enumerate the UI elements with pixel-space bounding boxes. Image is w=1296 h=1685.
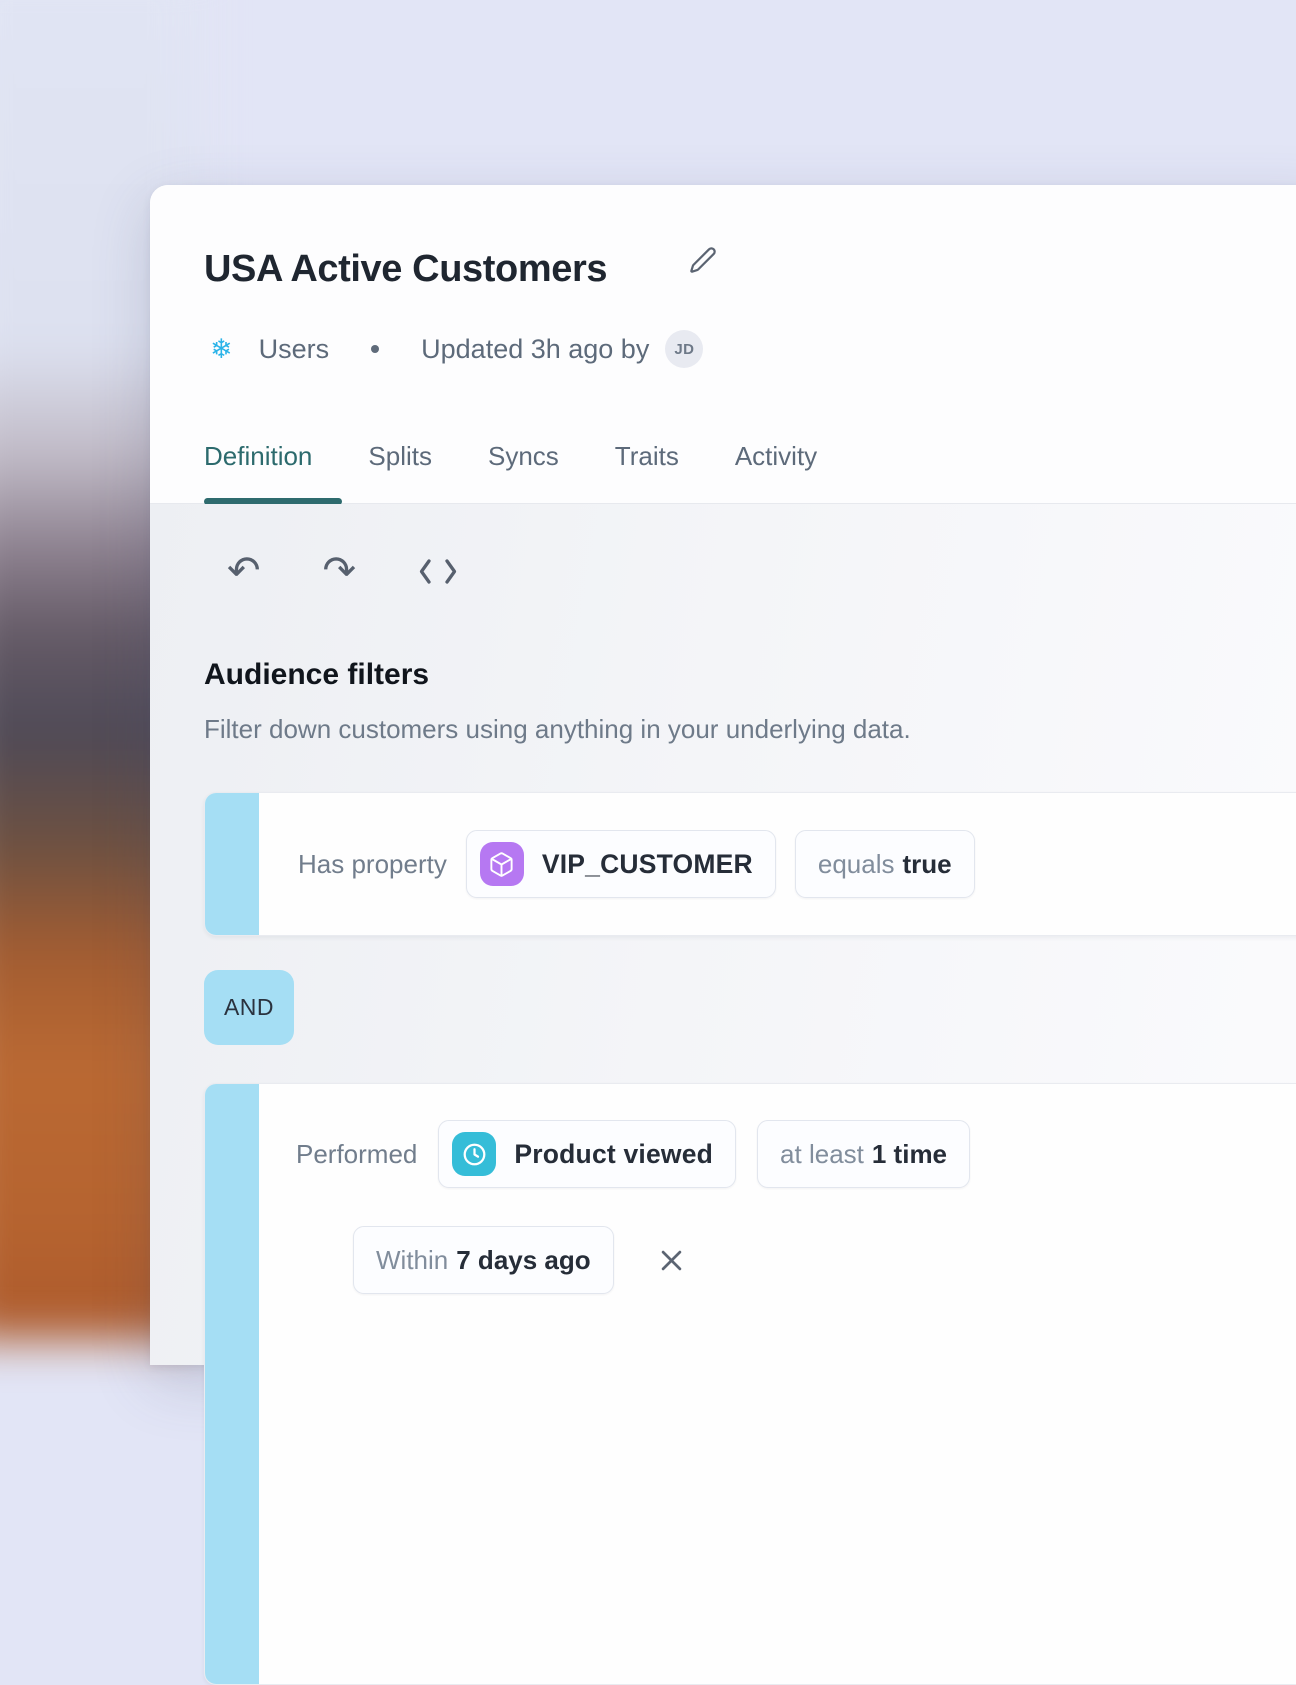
condition-chip[interactable]: equals true bbox=[795, 830, 975, 898]
meta-row: ❄ Users Updated 3h ago by JD bbox=[210, 329, 703, 369]
updated-text: Updated 3h ago by bbox=[421, 334, 649, 365]
time-window-value: 7 days ago bbox=[456, 1245, 590, 1276]
box-icon bbox=[480, 842, 524, 886]
filter-type-label: Performed bbox=[296, 1139, 417, 1170]
condition-value: true bbox=[902, 849, 951, 880]
tab-bar: Definition Splits Syncs Traits Activity bbox=[204, 441, 817, 471]
tab-definition[interactable]: Definition bbox=[204, 441, 312, 471]
filter-type-label: Has property bbox=[298, 849, 447, 880]
frequency-value: 1 time bbox=[872, 1139, 947, 1170]
property-name: VIP_CUSTOMER bbox=[542, 849, 753, 880]
time-window-chip[interactable]: Within 7 days ago bbox=[353, 1226, 614, 1294]
filter-accent-bar bbox=[205, 1084, 259, 1684]
section-heading: Audience filters bbox=[204, 656, 429, 694]
separator-dot bbox=[371, 345, 379, 353]
avatar: JD bbox=[665, 330, 703, 368]
time-window-operator: Within bbox=[376, 1245, 448, 1276]
tab-traits[interactable]: Traits bbox=[615, 441, 679, 471]
remove-time-window-button[interactable] bbox=[654, 1242, 690, 1278]
frequency-chip[interactable]: at least 1 time bbox=[757, 1120, 970, 1188]
code-view-icon[interactable] bbox=[418, 558, 458, 585]
boolean-operator-chip[interactable]: AND bbox=[204, 970, 294, 1045]
edit-title-button[interactable] bbox=[686, 243, 720, 277]
frequency-operator: at least bbox=[780, 1139, 864, 1170]
redo-icon[interactable]: ↷ bbox=[323, 551, 357, 591]
property-chip[interactable]: VIP_CUSTOMER bbox=[466, 830, 776, 898]
event-name: Product viewed bbox=[514, 1139, 713, 1170]
filter-row-performed: Performed Product viewed at least 1 time bbox=[204, 1083, 1296, 1685]
audience-card: USA Active Customers ❄ Users Updated 3h … bbox=[150, 185, 1296, 1365]
filter-accent-bar bbox=[205, 793, 259, 935]
definition-content: ↶ ↷ Audience filters Filter down custome… bbox=[150, 504, 1296, 1365]
filter-row-has-property: Has property VIP_CUSTOMER equals true bbox=[204, 792, 1296, 936]
tab-activity[interactable]: Activity bbox=[735, 441, 817, 471]
undo-icon[interactable]: ↶ bbox=[227, 551, 261, 591]
snowflake-icon: ❄ bbox=[210, 336, 233, 363]
filter-content: Performed Product viewed at least 1 time bbox=[259, 1119, 1296, 1189]
tab-syncs[interactable]: Syncs bbox=[488, 441, 559, 471]
event-chip[interactable]: Product viewed bbox=[438, 1120, 736, 1188]
close-icon bbox=[656, 1245, 687, 1276]
pencil-icon bbox=[689, 246, 717, 274]
clock-icon bbox=[452, 1132, 496, 1176]
filter-content: Has property VIP_CUSTOMER equals true bbox=[259, 793, 1296, 935]
card-header: USA Active Customers ❄ Users Updated 3h … bbox=[150, 185, 1296, 504]
tab-splits[interactable]: Splits bbox=[368, 441, 432, 471]
time-window-row: Within 7 days ago bbox=[259, 1227, 1296, 1293]
page-title: USA Active Customers bbox=[204, 247, 607, 291]
source-label: Users bbox=[259, 334, 330, 365]
editor-toolbar: ↶ ↷ bbox=[227, 548, 458, 594]
section-subheading: Filter down customers using anything in … bbox=[204, 712, 911, 746]
condition-operator: equals bbox=[818, 849, 895, 880]
